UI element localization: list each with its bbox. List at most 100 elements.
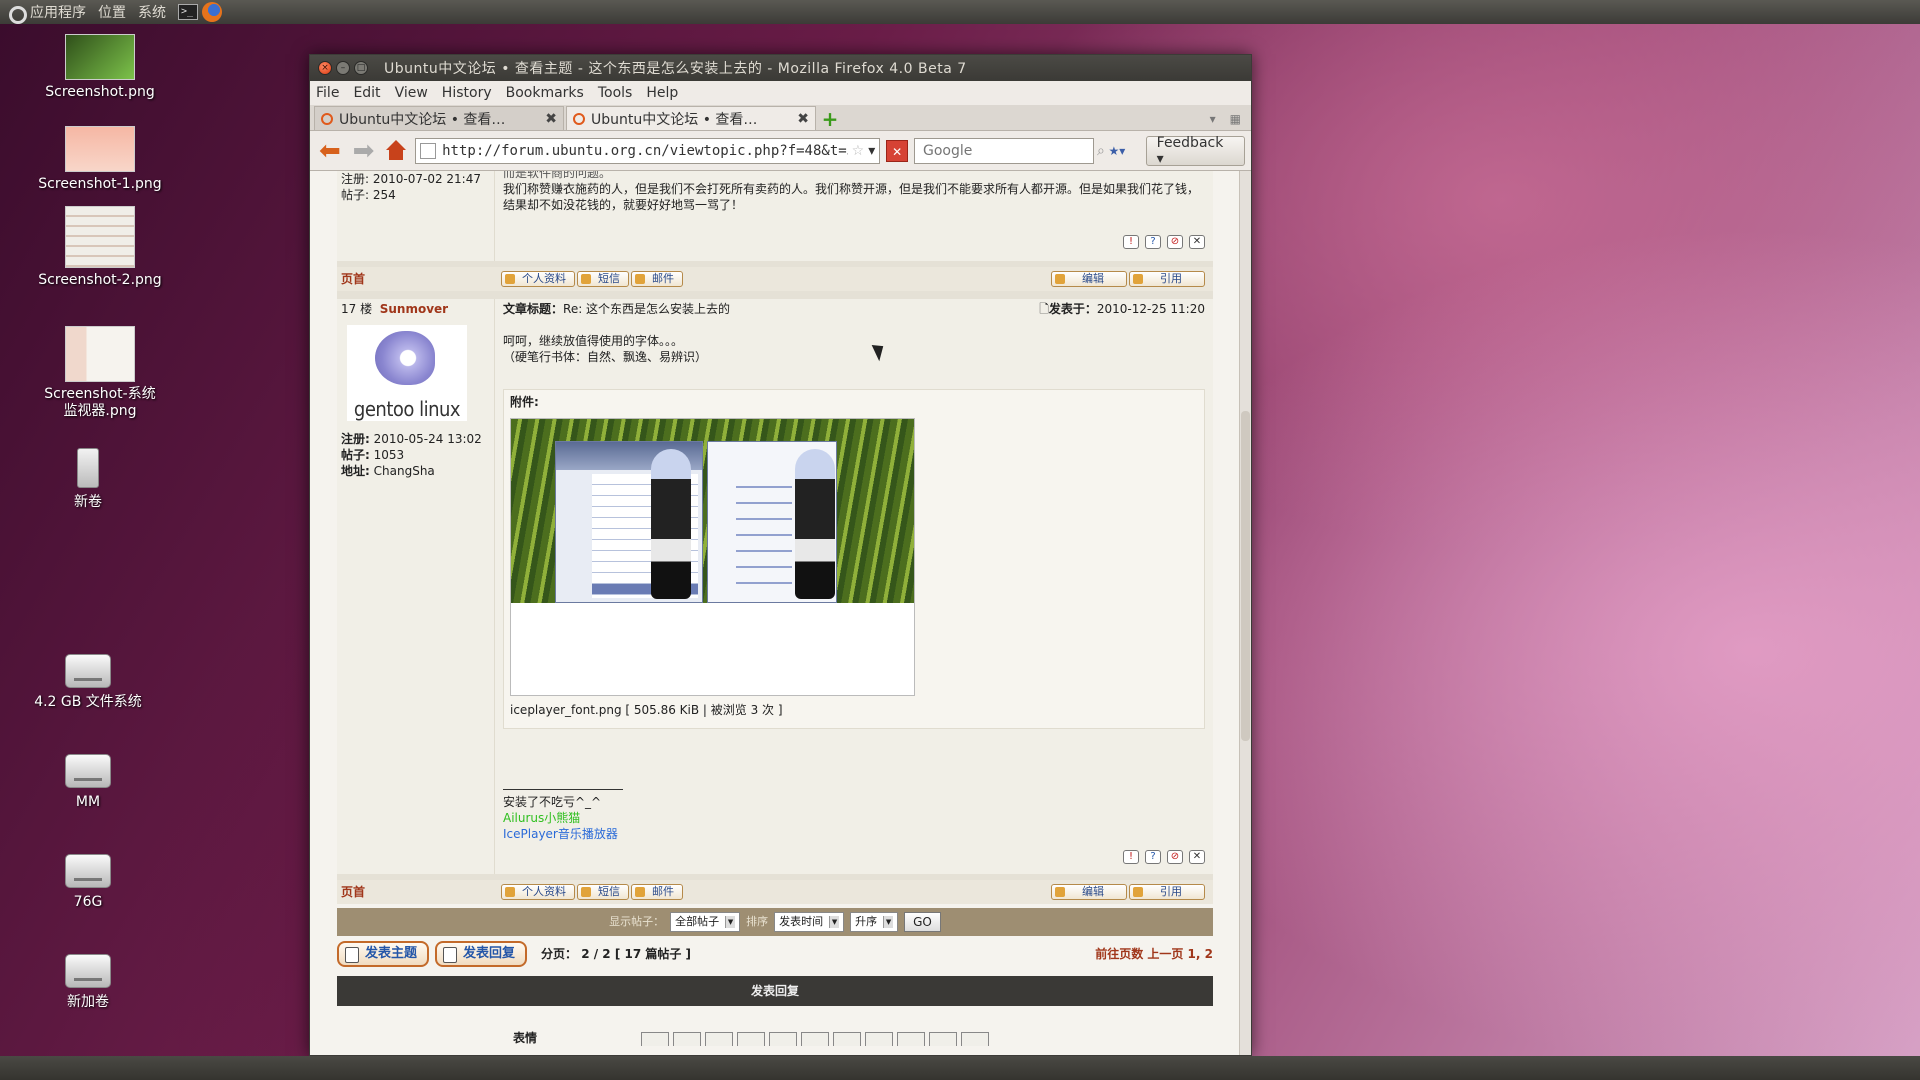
delete-icon[interactable]: ✕ — [1189, 850, 1205, 864]
desktop-icon-screenshot[interactable]: Screenshot.png — [10, 34, 190, 101]
menu-history[interactable]: History — [442, 85, 492, 101]
browser-tab-1[interactable]: Ubuntu中文论坛 • 查看… ✖ — [314, 106, 564, 130]
report-icon[interactable]: ! — [1123, 850, 1139, 864]
back-to-top-link[interactable]: 页首 — [337, 884, 495, 900]
post-reply-button[interactable]: 发表回复 — [435, 941, 528, 967]
gnome-foot-icon[interactable] — [6, 3, 27, 24]
menu-tools[interactable]: Tools — [598, 85, 633, 101]
home-icon[interactable] — [383, 139, 409, 162]
sort-key-select[interactable]: 发表时间 ▼ — [774, 912, 845, 932]
editor-button[interactable] — [705, 1032, 734, 1046]
post-text-line: 而是软件商的问题。 — [503, 171, 612, 180]
editor-button[interactable] — [865, 1032, 894, 1046]
new-tab-icon[interactable]: + — [818, 107, 842, 131]
window-close-icon[interactable]: × — [318, 61, 332, 75]
profile-button[interactable]: 个人资料 — [501, 271, 575, 287]
attachment-image[interactable] — [510, 418, 915, 696]
warn-icon[interactable]: ⊘ — [1167, 235, 1183, 249]
bookmarks-menu-icon[interactable]: ★▾ — [1100, 138, 1134, 164]
tab-close-icon[interactable]: ✖ — [797, 111, 809, 127]
quote-button[interactable]: 引用 — [1129, 884, 1205, 900]
editor-button[interactable] — [897, 1032, 926, 1046]
back-arrow-icon[interactable]: ⬅ — [316, 138, 344, 164]
search-bar[interactable]: ⌕ — [914, 137, 1105, 164]
email-button[interactable]: 邮件 — [631, 271, 683, 287]
desktop-icon-label: Screenshot-2.png — [38, 272, 162, 288]
desktop-icon-screenshot-2[interactable]: Screenshot-2.png — [10, 206, 190, 289]
forward-arrow-icon[interactable]: ➡ — [350, 138, 378, 164]
editor-button[interactable] — [801, 1032, 830, 1046]
browser-tab-2[interactable]: Ubuntu中文论坛 • 查看… ✖ — [566, 106, 816, 130]
show-posts-select[interactable]: 全部帖子 ▼ — [670, 912, 741, 932]
applications-menu[interactable]: 应用程序 — [30, 2, 86, 22]
edit-button[interactable]: 编辑 — [1051, 884, 1127, 900]
window-maximize-icon[interactable]: □ — [354, 61, 368, 75]
info-icon[interactable]: ? — [1145, 235, 1161, 249]
page-scrollbar[interactable] — [1239, 171, 1251, 1055]
info-icon[interactable]: ? — [1145, 850, 1161, 864]
scrollbar-thumb[interactable] — [1241, 411, 1250, 741]
hard-drive-icon — [65, 854, 111, 888]
post-text-line: （硬笔行书体：自然、飘逸、易辨识） — [503, 350, 708, 364]
url-input[interactable] — [442, 142, 848, 159]
page-info: 分页： 2 / 2 [ 17 篇帖子 ] — [541, 947, 692, 961]
window-titlebar[interactable]: × – □ Ubuntu中文论坛 • 查看主题 - 这个东西是怎么安装上去的 -… — [310, 55, 1251, 81]
back-to-top-link[interactable]: 页首 — [337, 271, 495, 287]
pm-button[interactable]: 短信 — [577, 271, 629, 287]
desktop-icon-screenshot-monitor[interactable]: Screenshot-系统 监视器.png — [10, 326, 190, 420]
warn-icon[interactable]: ⊘ — [1167, 850, 1183, 864]
go-button[interactable]: GO — [904, 912, 941, 932]
tab-groups-icon[interactable]: ▦ — [1230, 112, 1241, 126]
quote-button[interactable]: 引用 — [1129, 271, 1205, 287]
pm-button[interactable]: 短信 — [577, 884, 629, 900]
desktop-icon-filesystem[interactable]: 4.2 GB 文件系统 — [0, 654, 178, 711]
editor-button[interactable] — [737, 1032, 766, 1046]
bookmark-star-icon[interactable]: ☆ — [852, 143, 865, 159]
desktop-icon-76g[interactable]: 76G — [0, 854, 178, 911]
author-name[interactable]: Sunmover — [380, 302, 448, 316]
post-actions: ! ? ⊘ ✕ — [503, 235, 1205, 259]
firefox-launcher-icon[interactable] — [202, 2, 222, 22]
tab-list-chevron-down-icon[interactable]: ▾ — [1210, 112, 1216, 126]
editor-button[interactable] — [673, 1032, 702, 1046]
feedback-button[interactable]: Feedback ▾ — [1145, 135, 1245, 167]
desktop-icon-mm[interactable]: MM — [0, 754, 178, 811]
desktop-icon-new-volume[interactable]: 新加卷 — [0, 954, 178, 1011]
menu-bookmarks[interactable]: Bookmarks — [506, 85, 584, 101]
report-icon[interactable]: ! — [1123, 235, 1139, 249]
register-label: 注册: — [341, 432, 370, 446]
edit-button[interactable]: 编辑 — [1051, 271, 1127, 287]
url-history-chevron-down-icon[interactable]: ▾ — [868, 143, 875, 159]
page-navigation[interactable]: 前往页数 上一页 1, 2 — [1095, 946, 1213, 962]
desktop-icon-screenshot-1[interactable]: Screenshot-1.png — [10, 126, 190, 193]
window-minimize-icon[interactable]: – — [336, 61, 350, 75]
menu-edit[interactable]: Edit — [353, 85, 380, 101]
url-bar[interactable]: ☆ ▾ — [415, 137, 881, 164]
menu-file[interactable]: File — [316, 85, 339, 101]
menu-help[interactable]: Help — [646, 85, 678, 101]
search-input[interactable] — [923, 142, 1098, 159]
system-menu[interactable]: 系统 — [138, 2, 166, 22]
menu-view[interactable]: View — [395, 85, 428, 101]
desktop-icon-usb-volume[interactable]: 新卷 — [0, 448, 178, 511]
chevron-down-icon: ▼ — [883, 916, 894, 928]
new-topic-button[interactable]: 发表主题 — [337, 941, 430, 967]
tab-close-icon[interactable]: ✖ — [545, 111, 557, 127]
editor-button[interactable] — [641, 1032, 670, 1046]
profile-button[interactable]: 个人资料 — [501, 884, 575, 900]
delete-icon[interactable]: ✕ — [1189, 235, 1205, 249]
stop-icon[interactable]: ✕ — [886, 139, 909, 162]
editor-button[interactable] — [929, 1032, 958, 1046]
email-button[interactable]: 邮件 — [631, 884, 683, 900]
editor-button[interactable] — [833, 1032, 862, 1046]
places-menu[interactable]: 位置 — [98, 2, 126, 22]
editor-button[interactable] — [769, 1032, 798, 1046]
editor-button[interactable] — [961, 1032, 990, 1046]
post-count: 帖子: 254 — [341, 188, 396, 202]
terminal-launcher-icon[interactable]: >_ — [178, 4, 198, 20]
sort-order-select[interactable]: 升序 ▼ — [850, 912, 899, 932]
posts-label: 帖子: — [341, 448, 370, 462]
site-identity-icon[interactable] — [420, 142, 437, 159]
signature-link-ailurus[interactable]: Ailurus小熊猫 — [503, 810, 1205, 826]
signature-link-iceplayer[interactable]: IcePlayer音乐播放器 — [503, 826, 1205, 842]
